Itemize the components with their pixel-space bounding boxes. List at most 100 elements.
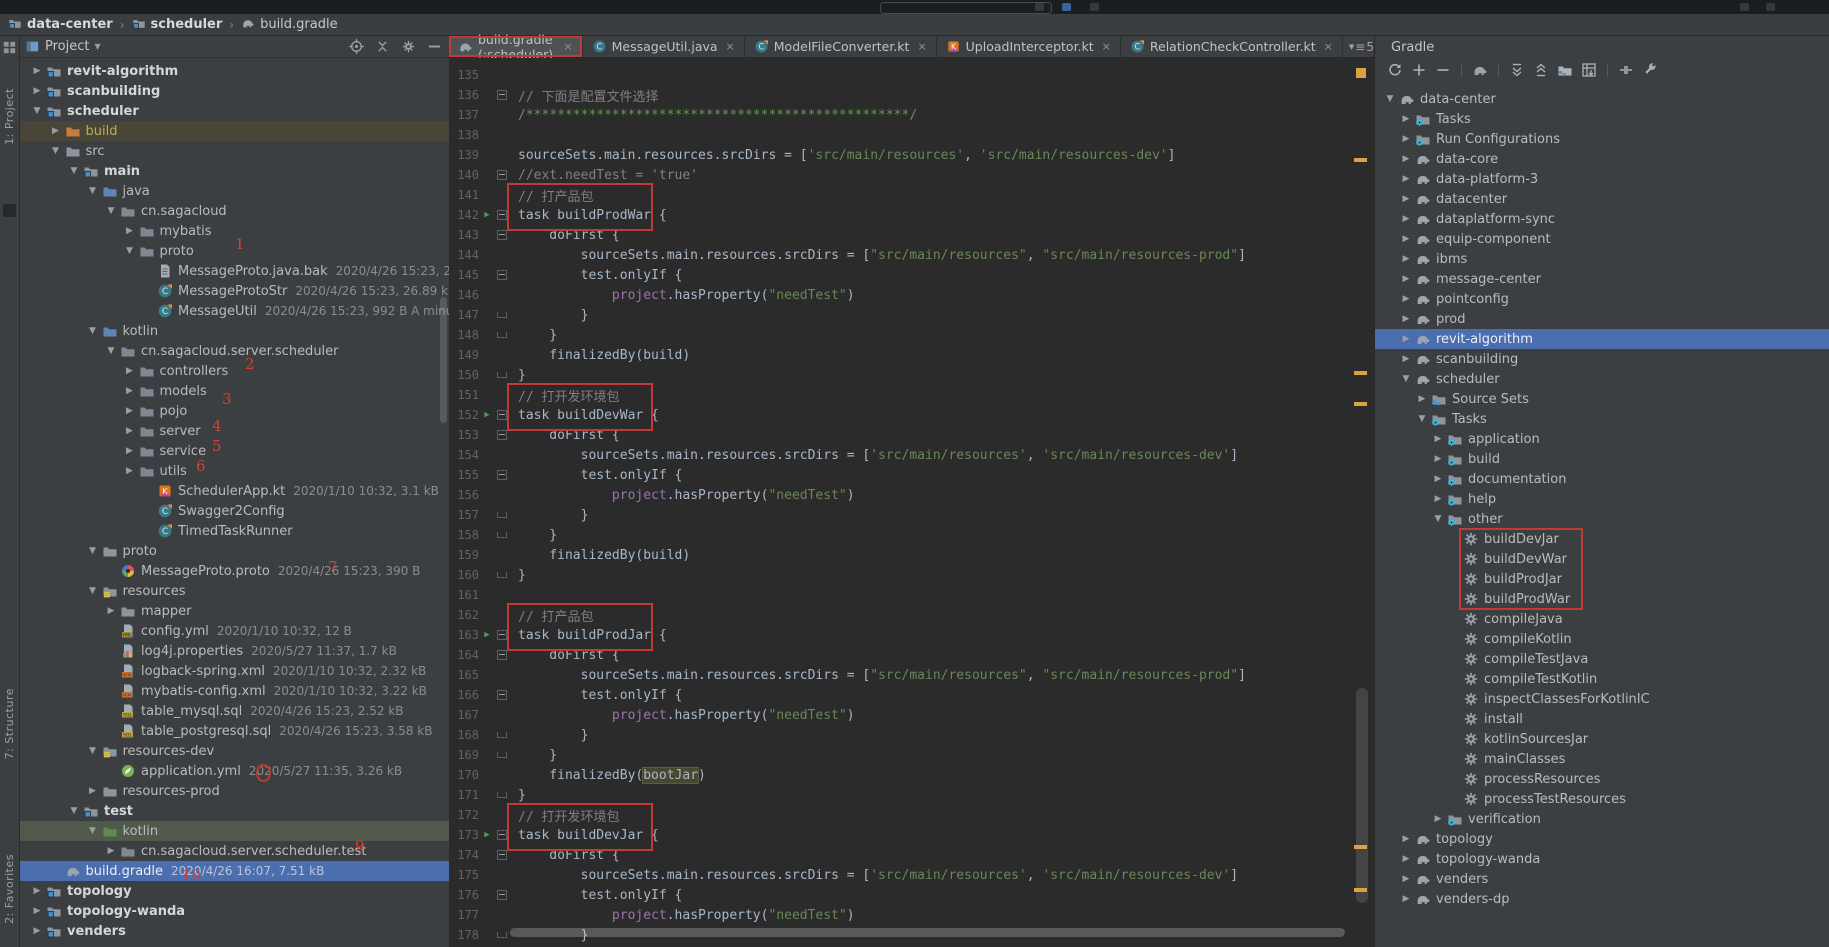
refresh-icon[interactable] xyxy=(1385,60,1405,80)
tree-row-resources-prod[interactable]: ▶resources-prod xyxy=(20,781,449,801)
tree-row-data-core[interactable]: ▶data-core xyxy=(1375,149,1829,169)
tree-row-compilejava[interactable]: compileJava xyxy=(1375,609,1829,629)
code-editor[interactable]: 135136// 下面是配置文件选择137/******************… xyxy=(449,58,1374,947)
add-icon[interactable] xyxy=(1409,60,1429,80)
tree-row-messageproto-java-bak[interactable]: MessageProto.java.bak2020/4/26 15:23, 24… xyxy=(20,261,449,281)
expand-arrow-icon[interactable]: ▼ xyxy=(84,586,102,596)
code-line-172[interactable]: 172// 打开发环境包 xyxy=(449,805,1374,825)
fold-marker-icon[interactable] xyxy=(495,210,509,220)
tree-row-build[interactable]: ▶build xyxy=(1375,449,1829,469)
expand-arrow-icon[interactable]: ▶ xyxy=(102,606,120,616)
tree-row-log4j-properties[interactable]: log4j.properties2020/5/27 11:37, 1.7 kB xyxy=(20,641,449,661)
code-line-163[interactable]: 163▶task buildProdJar { xyxy=(449,625,1374,645)
code-line-171[interactable]: 171} xyxy=(449,785,1374,805)
code-line-174[interactable]: 174 doFirst { xyxy=(449,845,1374,865)
code-line-149[interactable]: 149 finalizedBy(build) xyxy=(449,345,1374,365)
editor-vertical-scrollbar[interactable] xyxy=(1356,688,1368,903)
tree-row-mainclasses[interactable]: mainClasses xyxy=(1375,749,1829,769)
expand-arrow-icon[interactable]: ▶ xyxy=(1397,334,1415,344)
code-line-169[interactable]: 169 } xyxy=(449,745,1374,765)
code-line-150[interactable]: 150} xyxy=(449,365,1374,385)
code-line-141[interactable]: 141// 打产品包 xyxy=(449,185,1374,205)
expand-arrow-icon[interactable]: ▼ xyxy=(47,146,65,156)
fold-marker-icon[interactable] xyxy=(495,430,509,440)
tool-window-button-project[interactable]: 1: Project xyxy=(3,88,16,145)
code-line-177[interactable]: 177 project.hasProperty("needTest") xyxy=(449,905,1374,925)
tree-row-timedtaskrunner[interactable]: CTimedTaskRunner xyxy=(20,521,449,541)
tree-row-tasks[interactable]: ▼Tasks xyxy=(1375,409,1829,429)
tree-row-pojo[interactable]: ▶pojo xyxy=(20,401,449,421)
tree-row-build[interactable]: ▶build xyxy=(20,121,449,141)
run-task-icon[interactable]: ▶ xyxy=(479,405,495,425)
hide-panel-icon[interactable] xyxy=(425,38,443,56)
code-line-143[interactable]: 143 doFirst { xyxy=(449,225,1374,245)
fold-marker-icon[interactable] xyxy=(495,372,509,378)
code-line-155[interactable]: 155 test.onlyIf { xyxy=(449,465,1374,485)
expand-arrow-icon[interactable]: ▼ xyxy=(102,346,120,356)
fold-marker-icon[interactable] xyxy=(495,410,509,420)
fold-marker-icon[interactable] xyxy=(495,90,509,100)
task-matrix-icon[interactable] xyxy=(1579,60,1599,80)
toolbar-dim-icon[interactable] xyxy=(1740,3,1749,11)
tree-row-other[interactable]: ▼other xyxy=(1375,509,1829,529)
tree-row-resources-dev[interactable]: ▼resources-dev xyxy=(20,741,449,761)
breadcrumb-item[interactable]: data-center xyxy=(8,16,113,34)
expand-arrow-icon[interactable]: ▼ xyxy=(65,166,83,176)
tree-row-scheduler[interactable]: ▼scheduler xyxy=(20,101,449,121)
tree-row-ibms[interactable]: ▶ibms xyxy=(1375,249,1829,269)
run-configuration-combo[interactable] xyxy=(880,2,1052,14)
expand-arrow-icon[interactable]: ▼ xyxy=(84,746,102,756)
expand-arrow-icon[interactable]: ▶ xyxy=(102,846,120,856)
expand-arrow-icon[interactable]: ▶ xyxy=(1397,254,1415,264)
fold-marker-icon[interactable] xyxy=(495,890,509,900)
fold-marker-icon[interactable] xyxy=(495,630,509,640)
tool-window-button-favorites[interactable]: 2: Favorites xyxy=(3,854,16,924)
run-task-icon[interactable]: ▶ xyxy=(479,625,495,645)
tree-row-dataplatform-sync[interactable]: ▶dataplatform-sync xyxy=(1375,209,1829,229)
code-line-159[interactable]: 159 finalizedBy(build) xyxy=(449,545,1374,565)
fold-marker-icon[interactable] xyxy=(495,850,509,860)
tree-row-datacenter[interactable]: ▶datacenter xyxy=(1375,189,1829,209)
expand-arrow-icon[interactable]: ▶ xyxy=(1429,494,1447,504)
toolbar-dim-icon[interactable] xyxy=(1090,3,1099,11)
code-line-137[interactable]: 137/************************************… xyxy=(449,105,1374,125)
run-task-icon[interactable]: ▶ xyxy=(479,825,495,845)
tool-window-stripe-icon[interactable] xyxy=(3,204,16,217)
tree-row-compiletestkotlin[interactable]: compileTestKotlin xyxy=(1375,669,1829,689)
expand-arrow-icon[interactable]: ▶ xyxy=(121,406,139,416)
fold-marker-icon[interactable] xyxy=(495,332,509,338)
tree-row-application-yml[interactable]: application.yml2020/5/27 11:35, 3.26 kB xyxy=(20,761,449,781)
expand-arrow-icon[interactable]: ▶ xyxy=(1397,194,1415,204)
tree-row-processtestresources[interactable]: processTestResources xyxy=(1375,789,1829,809)
code-line-142[interactable]: 142▶task buildProdWar { xyxy=(449,205,1374,225)
fold-marker-icon[interactable] xyxy=(495,170,509,180)
breadcrumb-item[interactable]: build.gradle xyxy=(241,16,338,34)
expand-arrow-icon[interactable]: ▶ xyxy=(28,926,46,936)
tree-row-venders[interactable]: ▶venders xyxy=(20,921,449,941)
fold-marker-icon[interactable] xyxy=(495,532,509,538)
stripe-warning-mark[interactable] xyxy=(1354,845,1367,849)
tree-row-revit-algorithm[interactable]: ▶revit-algorithm xyxy=(1375,329,1829,349)
expand-arrow-icon[interactable]: ▼ xyxy=(1413,414,1431,424)
fold-marker-icon[interactable] xyxy=(495,932,509,938)
editor-tab-messageutil-java[interactable]: CMessageUtil.java× xyxy=(583,36,745,57)
tree-row-swagger2config[interactable]: CSwagger2Config xyxy=(20,501,449,521)
code-line-157[interactable]: 157 } xyxy=(449,505,1374,525)
stripe-warning-mark[interactable] xyxy=(1354,402,1367,406)
tree-row-mybatis-config-xml[interactable]: <>mybatis-config.xml2020/1/10 10:32, 3.2… xyxy=(20,681,449,701)
tree-row-kotlinsourcesjar[interactable]: kotlinSourcesJar xyxy=(1375,729,1829,749)
expand-arrow-icon[interactable]: ▼ xyxy=(84,546,102,556)
toolbar-dim-icon[interactable] xyxy=(1035,3,1044,11)
tree-row-src[interactable]: ▼src xyxy=(20,141,449,161)
code-line-176[interactable]: 176 test.onlyIf { xyxy=(449,885,1374,905)
code-line-154[interactable]: 154 sourceSets.main.resources.srcDirs = … xyxy=(449,445,1374,465)
expand-arrow-icon[interactable]: ▶ xyxy=(47,126,65,136)
code-line-135[interactable]: 135 xyxy=(449,65,1374,85)
locate-icon[interactable] xyxy=(347,38,365,56)
code-line-147[interactable]: 147 } xyxy=(449,305,1374,325)
expand-arrow-icon[interactable]: ▼ xyxy=(84,826,102,836)
editor-tab-relationcheckcontroller-kt[interactable]: CRelationCheckController.kt× xyxy=(1121,36,1343,57)
tree-row-compilekotlin[interactable]: compileKotlin xyxy=(1375,629,1829,649)
tool-window-button-structure[interactable]: 7: Structure xyxy=(3,688,16,759)
fold-marker-icon[interactable] xyxy=(495,732,509,738)
